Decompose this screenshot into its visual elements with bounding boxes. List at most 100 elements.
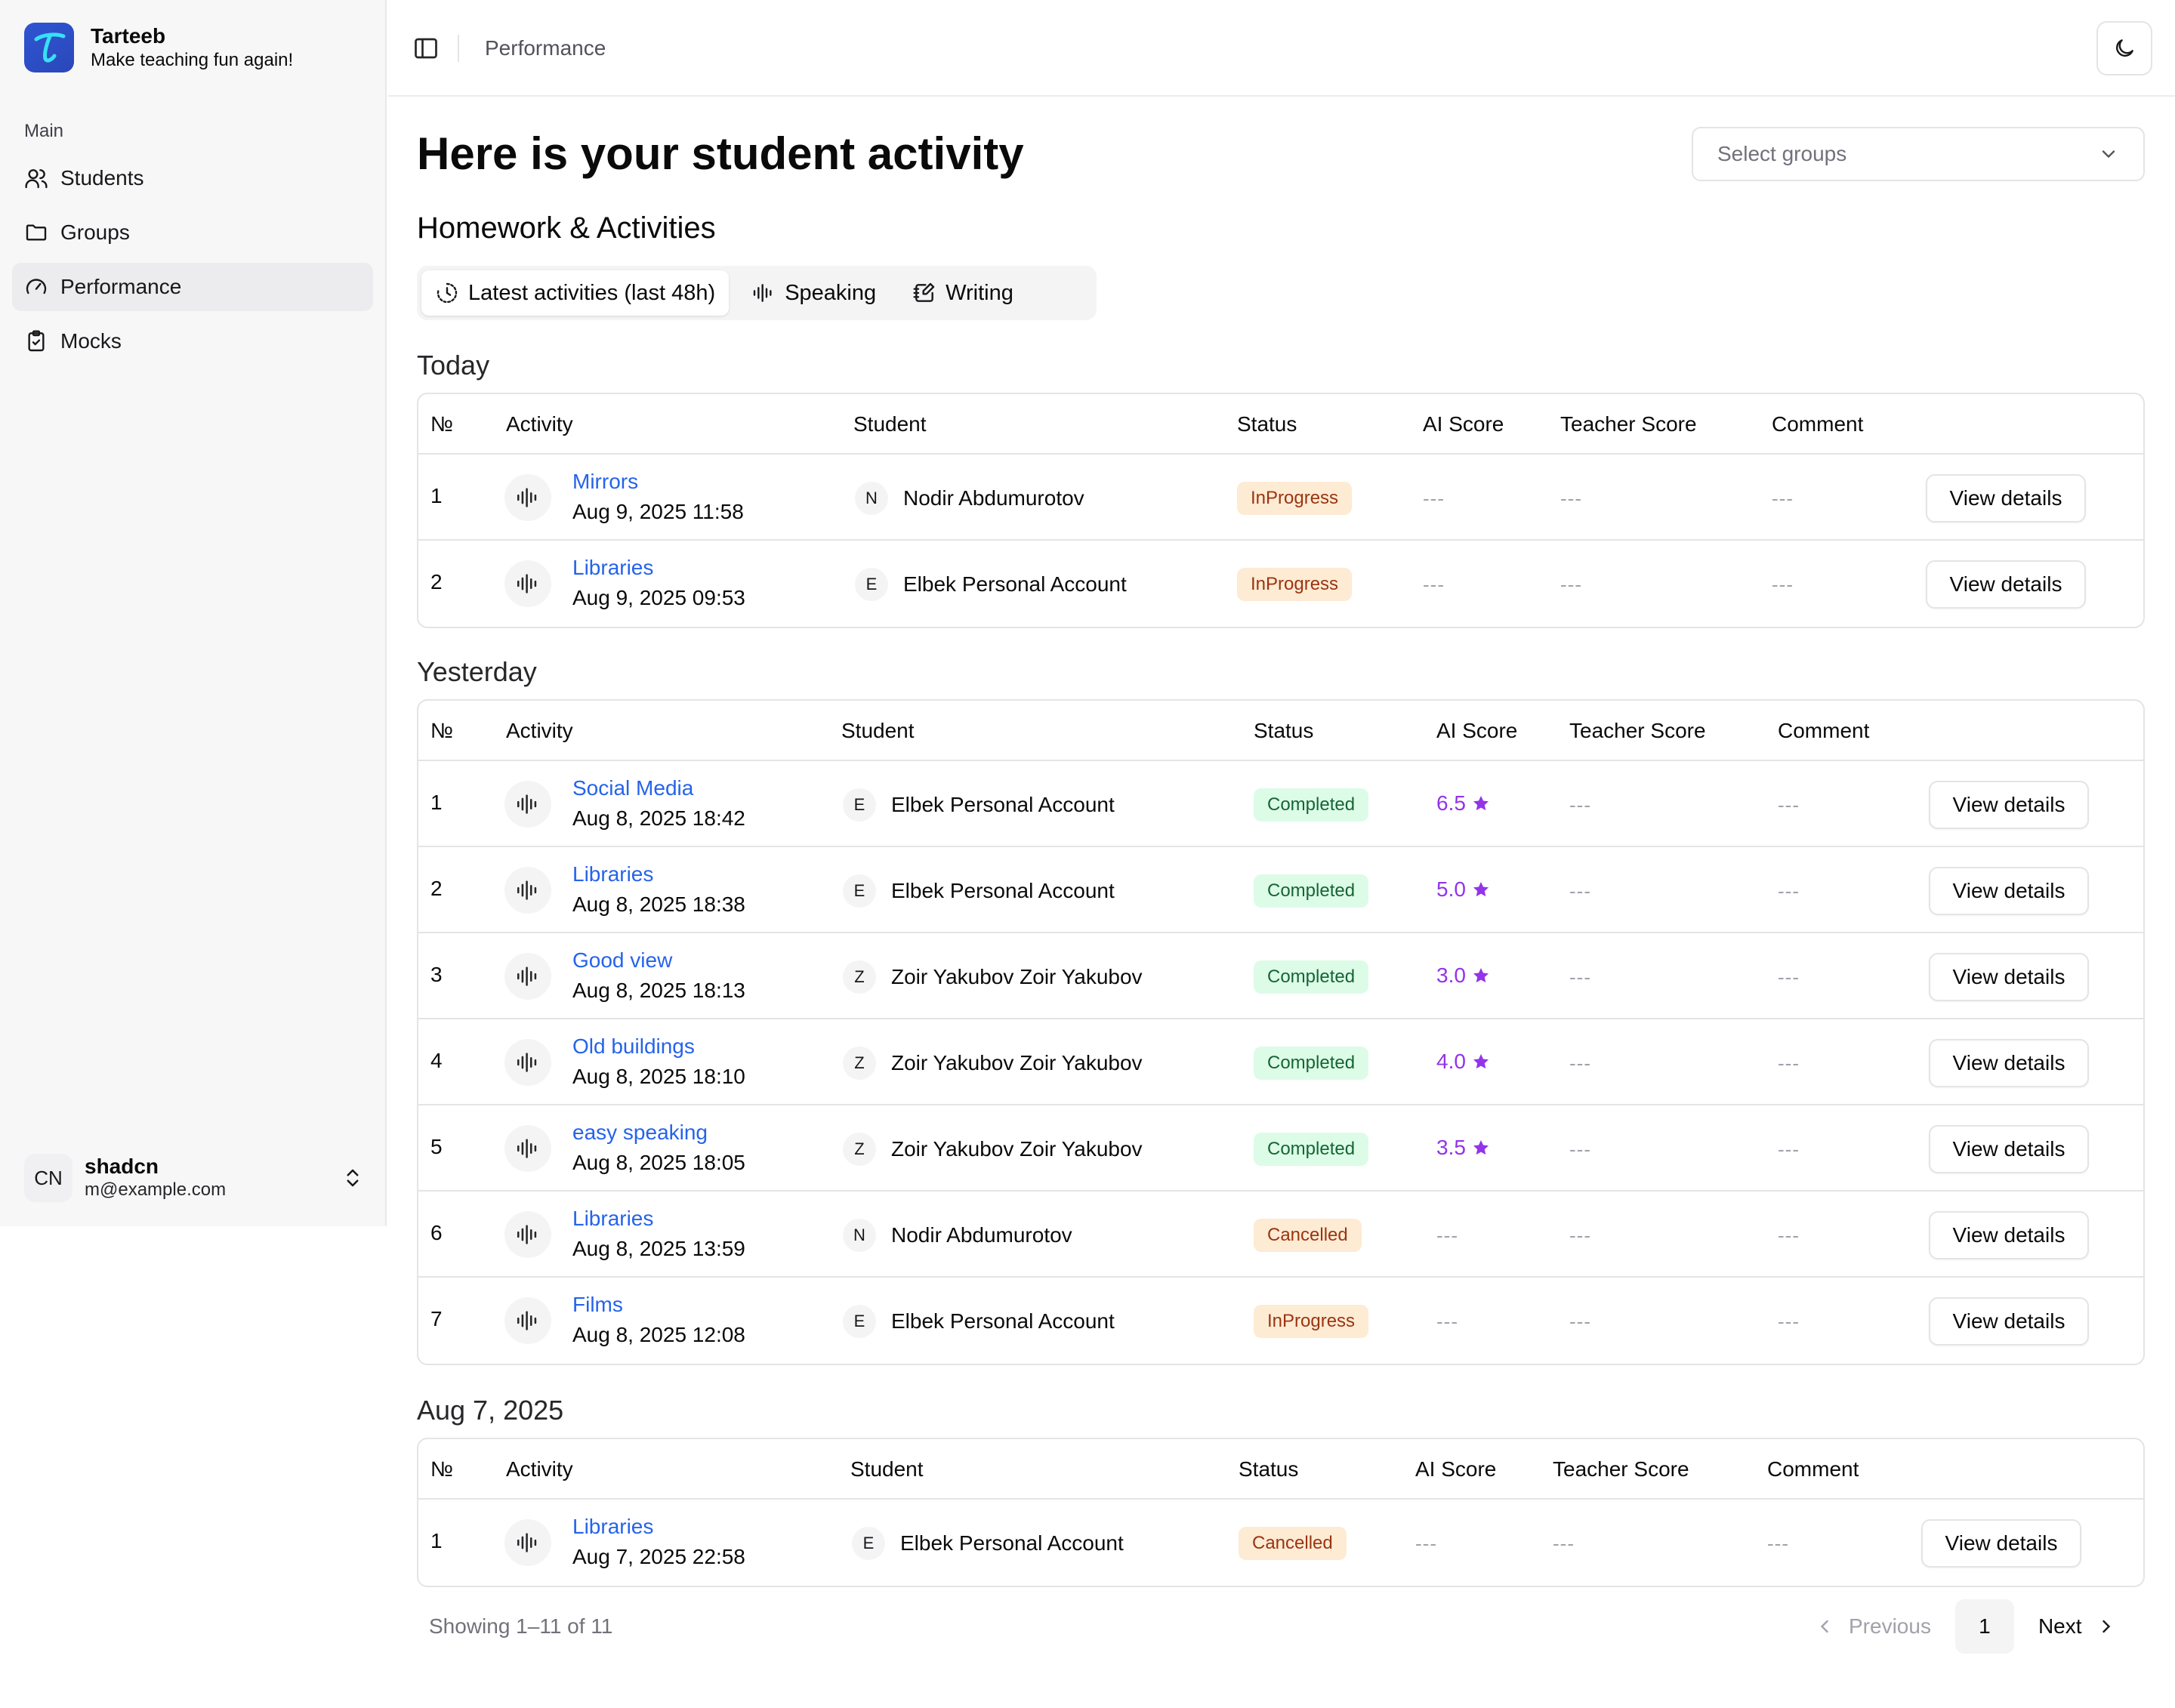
student-cell: Z Zoir Yakubov Zoir Yakubov bbox=[843, 1133, 1143, 1166]
row-number: 7 bbox=[430, 1307, 443, 1330]
activity-title-link[interactable]: Libraries bbox=[572, 861, 653, 888]
page-1-button[interactable]: 1 bbox=[1954, 1599, 2014, 1654]
tab-latest-activities[interactable]: Latest activities (last 48h) bbox=[421, 270, 730, 316]
activity-title-link[interactable]: Good view bbox=[572, 947, 672, 974]
activity-title-link[interactable]: Social Media bbox=[572, 775, 693, 802]
activity-title-link[interactable]: Mirrors bbox=[572, 468, 638, 495]
group-heading: Aug 7, 2025 bbox=[417, 1395, 564, 1426]
activity-title-link[interactable]: Old buildings bbox=[572, 1033, 695, 1060]
view-details-button[interactable]: View details bbox=[1929, 1211, 2089, 1259]
student-name: Nodir Abdumurotov bbox=[891, 1223, 1072, 1247]
row-number: 1 bbox=[430, 1529, 443, 1552]
activity-title-link[interactable]: Libraries bbox=[572, 554, 653, 581]
theme-toggle-button[interactable] bbox=[2096, 21, 2152, 76]
row-number: 6 bbox=[430, 1221, 443, 1244]
audio-lines-icon bbox=[504, 1039, 551, 1086]
tab-label: Latest activities (last 48h) bbox=[468, 280, 716, 305]
row-number: 4 bbox=[430, 1049, 443, 1072]
table-row: 1 Social Media Aug 8, 2025 18:42 E Elbek Per… bbox=[418, 761, 2143, 847]
brand-logo bbox=[24, 23, 74, 72]
view-details-button[interactable]: View details bbox=[1929, 781, 2089, 829]
table-row: 2 Libraries Aug 8, 2025 18:38 E Elbek Person… bbox=[418, 847, 2143, 933]
ai-score-empty: --- bbox=[1436, 1224, 1458, 1247]
user-email: m@example.com bbox=[85, 1179, 227, 1200]
comment-empty: --- bbox=[1778, 1138, 1800, 1161]
chevron-right-icon bbox=[2102, 1620, 2110, 1633]
chevrons-up-down-icon bbox=[347, 1169, 359, 1187]
user-name: shadcn bbox=[85, 1155, 159, 1178]
view-details-button[interactable]: View details bbox=[1929, 867, 2089, 915]
student-cell: Z Zoir Yakubov Zoir Yakubov bbox=[843, 960, 1143, 994]
view-details-button[interactable]: View details bbox=[1921, 1519, 2081, 1568]
column-teacher-score-header: Teacher Score bbox=[1569, 719, 1706, 742]
view-details-button[interactable]: View details bbox=[1929, 1125, 2089, 1173]
view-details-button[interactable]: View details bbox=[1929, 1297, 2089, 1346]
audio-lines-icon bbox=[754, 284, 772, 302]
tab-label: Speaking bbox=[785, 280, 877, 305]
comment-empty: --- bbox=[1778, 1224, 1800, 1247]
activity-date: Aug 9, 2025 11:58 bbox=[572, 500, 744, 523]
view-details-button[interactable]: View details bbox=[1929, 1039, 2089, 1087]
select-groups-dropdown[interactable]: Select groups bbox=[1692, 127, 2145, 181]
ai-score-value: 5.0 bbox=[1436, 877, 1466, 901]
student-avatar: E bbox=[843, 788, 876, 822]
view-details-button[interactable]: View details bbox=[1926, 560, 2086, 609]
sidebar-item-label: Mocks bbox=[60, 329, 122, 353]
sidebar-item-students[interactable]: Students bbox=[12, 154, 373, 202]
audio-lines-icon bbox=[504, 953, 551, 1000]
table-header: № Activity Student Status AI Score Teacher Sc… bbox=[418, 394, 2143, 455]
column-activity-header: Activity bbox=[506, 1457, 573, 1481]
column-status-header: Status bbox=[1254, 719, 1314, 742]
status-badge: Completed bbox=[1254, 1047, 1369, 1080]
table-row: 4 Old buildings Aug 8, 2025 18:10 Z Zoir Yak… bbox=[418, 1019, 2143, 1105]
student-cell: Z Zoir Yakubov Zoir Yakubov bbox=[843, 1047, 1143, 1080]
tab-writing[interactable]: Writing bbox=[899, 270, 1027, 316]
star-icon bbox=[1466, 967, 1490, 985]
activity-title-link[interactable]: easy speaking bbox=[572, 1119, 708, 1146]
comment-empty: --- bbox=[1772, 573, 1794, 596]
teacher-score-empty: --- bbox=[1560, 573, 1582, 596]
sidebar-item-performance[interactable]: Performance bbox=[12, 263, 373, 311]
teacher-score-empty: --- bbox=[1569, 794, 1591, 816]
pagination-summary: Showing 1–11 of 11 bbox=[429, 1614, 613, 1638]
pagination: Previous 1 Next bbox=[1800, 1599, 2130, 1654]
student-cell: N Nodir Abdumurotov bbox=[843, 1219, 1072, 1252]
ai-score: 5.0 bbox=[1436, 876, 1490, 903]
student-name: Zoir Yakubov Zoir Yakubov bbox=[891, 1137, 1143, 1161]
status-badge: Cancelled bbox=[1254, 1219, 1362, 1252]
previous-page-button[interactable]: Previous bbox=[1800, 1614, 1945, 1639]
student-cell: E Elbek Personal Account bbox=[852, 1527, 1124, 1560]
next-label: Next bbox=[2038, 1614, 2082, 1638]
table-row: 5 easy speaking Aug 8, 2025 18:05 Z Zoir Yak… bbox=[418, 1105, 2143, 1192]
audio-lines-icon bbox=[504, 1519, 551, 1566]
sidebar-item-groups[interactable]: Groups bbox=[12, 208, 373, 257]
brand[interactable]: Tarteeb Make teaching fun again! bbox=[24, 23, 293, 72]
sidebar-toggle-icon[interactable] bbox=[412, 35, 440, 62]
audio-lines-icon bbox=[504, 867, 551, 914]
view-details-button[interactable]: View details bbox=[1929, 953, 2089, 1001]
sidebar-item-label: Students bbox=[60, 166, 144, 190]
table-row: 7 Films Aug 8, 2025 12:08 E Elbek Personal A… bbox=[418, 1278, 2143, 1364]
activity-title-link[interactable]: Libraries bbox=[572, 1205, 653, 1232]
comment-empty: --- bbox=[1778, 794, 1800, 816]
sidebar-item-mocks[interactable]: Mocks bbox=[12, 317, 373, 365]
status-badge: Completed bbox=[1254, 874, 1369, 908]
view-details-button[interactable]: View details bbox=[1926, 474, 2086, 523]
gauge-icon bbox=[26, 279, 47, 294]
status-badge: Completed bbox=[1254, 960, 1369, 994]
ai-score-empty: --- bbox=[1415, 1532, 1437, 1555]
column-teacher-score-header: Teacher Score bbox=[1553, 1457, 1689, 1481]
sidebar: Tarteeb Make teaching fun again! Main St… bbox=[0, 0, 387, 1226]
activity-date: Aug 7, 2025 22:58 bbox=[572, 1545, 745, 1568]
user-menu[interactable]: CN shadcn m@example.com bbox=[24, 1148, 364, 1208]
next-page-button[interactable]: Next bbox=[2025, 1614, 2130, 1639]
activity-title-link[interactable]: Libraries bbox=[572, 1513, 653, 1540]
student-cell: E Elbek Personal Account bbox=[843, 788, 1115, 822]
status-badge: Completed bbox=[1254, 1133, 1369, 1166]
audio-lines-icon bbox=[504, 560, 551, 607]
table-header: № Activity Student Status AI Score Teacher Sc… bbox=[418, 1439, 2143, 1500]
column-comment-header: Comment bbox=[1767, 1457, 1859, 1481]
activity-title-link[interactable]: Films bbox=[572, 1291, 623, 1318]
tab-speaking[interactable]: Speaking bbox=[738, 270, 890, 316]
brand-name: Tarteeb bbox=[91, 24, 166, 48]
